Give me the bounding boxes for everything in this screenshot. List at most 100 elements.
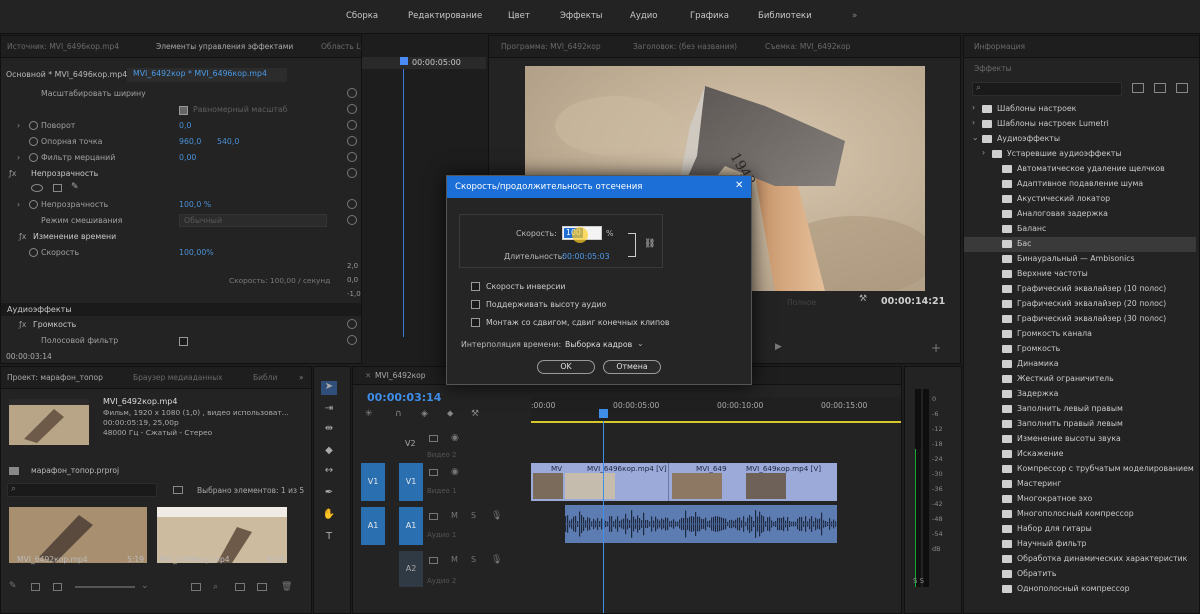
effects-folder[interactable]: › Шаблоны настроек bbox=[964, 102, 1196, 117]
effect-item[interactable]: Однополосный компрессор bbox=[964, 582, 1196, 597]
uniform-scale-checkbox[interactable] bbox=[179, 105, 188, 115]
tab-program[interactable]: Программа: MVI_6492кор bbox=[501, 42, 601, 51]
ripple-edit-icon[interactable]: ⇹ bbox=[321, 423, 337, 437]
tab-effect-controls[interactable]: Элементы управления эффектами bbox=[156, 42, 293, 51]
speed-value[interactable]: 100,00% bbox=[179, 248, 214, 257]
keep-pitch-option[interactable]: Поддерживать высоту аудио bbox=[471, 300, 741, 312]
tab-source[interactable]: Источник: MVI_6496кор.mp4 bbox=[7, 42, 119, 51]
tab-effects[interactable]: Эффекты bbox=[974, 64, 1012, 73]
source-patch-a1[interactable]: A1 bbox=[361, 507, 385, 545]
effect-item[interactable]: Многократное эхо bbox=[964, 492, 1196, 507]
new-bin-icon[interactable] bbox=[173, 486, 183, 494]
selection-tool-icon[interactable]: ➤ bbox=[321, 381, 337, 395]
work-area-bar[interactable] bbox=[531, 421, 901, 423]
mic-icon[interactable]: 🎙 bbox=[491, 511, 502, 521]
track-a1-name[interactable]: A1 bbox=[399, 507, 423, 545]
clip-preview-thumbnail[interactable] bbox=[9, 399, 89, 445]
workspace-color[interactable]: Цвет bbox=[508, 11, 530, 21]
effect-item[interactable]: Автоматическое удаление щелчков bbox=[964, 162, 1196, 177]
effect-item[interactable]: Баланс bbox=[964, 222, 1196, 237]
solo-icon[interactable]: S bbox=[471, 511, 476, 520]
solo-buttons[interactable]: S S bbox=[913, 577, 924, 585]
reset-icon[interactable] bbox=[347, 199, 357, 209]
toggle-sync-icon[interactable] bbox=[429, 435, 438, 442]
reset-icon[interactable] bbox=[347, 319, 357, 329]
effect-item[interactable]: Динамика bbox=[964, 357, 1196, 372]
effect-item[interactable]: Аналоговая задержка bbox=[964, 207, 1196, 222]
duration-value[interactable]: 00:00:05:03 bbox=[562, 252, 610, 261]
reverse-option[interactable]: Скорость инверсии bbox=[471, 282, 741, 294]
keyframe-ruler[interactable]: 00:00:05:00 bbox=[362, 57, 486, 69]
effect-item[interactable]: Обработка динамических характеристик bbox=[964, 552, 1196, 567]
wrench-icon[interactable]: ⚒ bbox=[859, 294, 867, 304]
linked-selection-icon[interactable]: ∩ bbox=[395, 409, 402, 419]
reverse-checkbox[interactable] bbox=[471, 282, 480, 291]
effect-item[interactable]: Задержка bbox=[964, 387, 1196, 402]
track-a2-name[interactable]: A2 bbox=[399, 551, 423, 587]
effect-item[interactable]: Компрессор с трубчатым моделированием bbox=[964, 462, 1196, 477]
automate-icon[interactable] bbox=[191, 583, 201, 591]
opacity-value[interactable]: 100,0 % bbox=[179, 200, 211, 209]
workspace-effects[interactable]: Эффекты bbox=[560, 11, 603, 21]
add-button-icon[interactable]: + bbox=[931, 341, 941, 355]
fit-dropdown[interactable]: Полное bbox=[787, 298, 816, 307]
expand-icon[interactable]: › bbox=[17, 121, 20, 130]
tab-lumetri[interactable]: Область Lumetri bbox=[321, 42, 361, 51]
hand-tool-icon[interactable]: ✋ bbox=[321, 509, 337, 523]
timeline-playhead-handle[interactable] bbox=[599, 409, 608, 418]
pencil-icon[interactable]: ✎ bbox=[9, 581, 17, 591]
find-icon[interactable]: ⌕ bbox=[213, 582, 218, 592]
audio-clip[interactable] bbox=[565, 505, 837, 543]
pen-mask-icon[interactable]: ✎ bbox=[71, 182, 79, 192]
marker-icon[interactable]: ⬥ bbox=[447, 409, 453, 419]
effect-item[interactable]: Громкость канала bbox=[964, 327, 1196, 342]
effect-item[interactable]: Громкость bbox=[964, 342, 1196, 357]
source-patch-v1[interactable]: V1 bbox=[361, 463, 385, 501]
eye-icon[interactable]: ◉ bbox=[451, 433, 459, 443]
32bit-effects-icon[interactable] bbox=[1154, 83, 1166, 93]
track-v1-name[interactable]: V1 bbox=[399, 463, 423, 501]
effect-item[interactable]: Обратить bbox=[964, 567, 1196, 582]
new-item-icon[interactable] bbox=[257, 583, 267, 591]
toggle-sync-icon[interactable] bbox=[429, 513, 438, 520]
slip-tool-icon[interactable]: ↔ bbox=[321, 465, 337, 479]
stopwatch-icon[interactable] bbox=[29, 153, 38, 162]
rectangle-mask-icon[interactable] bbox=[53, 184, 62, 192]
mic-icon[interactable]: 🎙 bbox=[491, 555, 502, 565]
solo-icon[interactable]: S bbox=[471, 555, 476, 564]
expand-icon[interactable]: › bbox=[972, 118, 975, 127]
ok-button[interactable]: OK bbox=[537, 360, 595, 374]
workspace-graphics[interactable]: Графика bbox=[690, 11, 729, 21]
tab-capture[interactable]: Съемка: MVI_6492кор bbox=[765, 42, 850, 51]
reset-icon[interactable] bbox=[347, 104, 357, 114]
close-icon[interactable]: ✕ bbox=[735, 180, 743, 191]
reset-icon[interactable] bbox=[347, 215, 357, 225]
add-marker-icon[interactable]: ◈ bbox=[421, 409, 428, 419]
flicker-value[interactable]: 0,00 bbox=[179, 153, 196, 162]
effect-item[interactable]: Верхние частоты bbox=[964, 267, 1196, 282]
tab-sequence[interactable]: MVI_6492кор bbox=[375, 371, 426, 380]
keep-pitch-checkbox[interactable] bbox=[471, 300, 480, 309]
zoom-slider[interactable] bbox=[75, 586, 135, 588]
source-clip-label[interactable]: Основной * MVI_6496кор.mp4 bbox=[6, 70, 127, 79]
new-bin-bottom-icon[interactable] bbox=[235, 583, 245, 591]
ripple-checkbox[interactable] bbox=[471, 318, 480, 327]
playhead-icon[interactable] bbox=[400, 57, 408, 65]
timeline-timecode[interactable]: 00:00:03:14 bbox=[367, 391, 441, 404]
tab-title[interactable]: Заголовок: (без названия) bbox=[633, 42, 737, 51]
effect-item[interactable]: Бинауральный — Ambisonics bbox=[964, 252, 1196, 267]
tab-project[interactable]: Проект: марафон_топор bbox=[7, 373, 103, 382]
expand-icon[interactable]: › bbox=[972, 103, 975, 112]
tab-media-browser[interactable]: Браузер медиаданных bbox=[133, 373, 223, 382]
reset-icon[interactable] bbox=[347, 120, 357, 130]
workspace-libraries[interactable]: Библиотеки bbox=[758, 11, 812, 21]
rotation-value[interactable]: 0,0 bbox=[179, 121, 191, 130]
stopwatch-icon[interactable] bbox=[29, 200, 38, 209]
eye-icon[interactable]: ◉ bbox=[451, 467, 459, 477]
reset-icon[interactable] bbox=[347, 136, 357, 146]
effect-item[interactable]: Бас bbox=[964, 237, 1196, 252]
effect-item[interactable]: Графический эквалайзер (10 полос) bbox=[964, 282, 1196, 297]
track-select-icon[interactable]: ⇥ bbox=[321, 403, 337, 417]
toggle-sync-icon[interactable] bbox=[429, 557, 438, 564]
time-ruler[interactable]: :00:00 00:00:05:00 00:00:10:00 00:00:15:… bbox=[531, 397, 901, 423]
